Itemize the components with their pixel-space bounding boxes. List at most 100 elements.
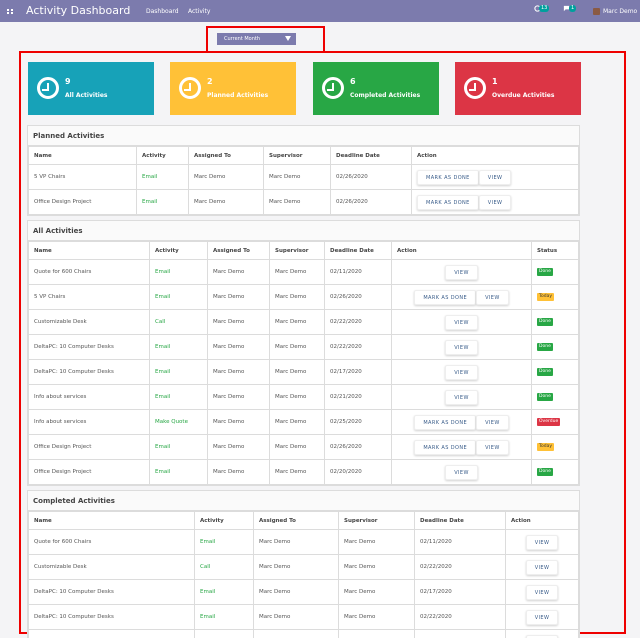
all-activities-panel: All Activities Name Activity Assigned To… [27,220,580,486]
card-completed-activities[interactable]: 6 Completed Activities [313,62,439,115]
cell-supervisor: Marc Demo [269,359,325,385]
table-row: Office Design Project Email Marc Demo Marc … [28,189,579,215]
card-overdue-activities[interactable]: 1 Overdue Activities [455,62,581,115]
status-badge: Done [537,368,553,376]
card-label: All Activities [65,92,108,99]
cell-supervisor: Marc Demo [338,554,415,580]
cell-status: Done [531,384,579,410]
cell-activity[interactable]: Call [149,309,208,335]
mark-as-done-button[interactable]: MARK AS DONE [417,169,479,185]
view-button[interactable]: VIEW [445,364,478,380]
view-button[interactable]: VIEW [445,339,478,355]
view-button[interactable]: VIEW [525,584,559,600]
cell-deadline: 02/11/2020 [414,529,506,555]
cell-name: 5 VP Chairs [28,164,137,190]
view-button[interactable]: VIEW [476,289,509,305]
cell-name: DeltaPC: 10 Computer Desks [28,579,195,605]
view-button[interactable]: VIEW [445,389,478,405]
cell-deadline: 02/25/2020 [324,409,392,435]
cell-assigned-to: Marc Demo [253,554,339,580]
table-row: Info about servicesEmailMarc DemoMarc De… [28,629,579,638]
col-header: Assigned To [253,511,339,530]
table-row: Quote for 600 Chairs Email Marc Demo Marc D… [28,529,579,555]
cell-action: VIEW [505,554,579,580]
view-button[interactable]: VIEW [445,264,478,280]
cell-activity[interactable]: Email [149,359,208,385]
cell-activity[interactable]: Email [194,604,254,630]
col-header: Supervisor [269,241,325,260]
mark-as-done-button[interactable]: MARK AS DONE [414,289,477,305]
cell-deadline: 02/17/2020 [414,579,506,605]
cell-action: MARK AS DONE VIEW [391,409,532,435]
cell-activity[interactable]: Email [149,459,208,485]
view-button[interactable]: VIEW [525,559,559,575]
cell-activity[interactable]: Email [194,529,254,555]
cell-activity[interactable]: Email [149,334,208,360]
cell-assigned-to: Marc Demo [207,309,270,335]
planned-activities-table: Name Activity Assigned To Supervisor Dea… [28,146,579,215]
cell-supervisor: Marc Demo [263,189,331,215]
cell-status: Done [531,309,579,335]
cell-assigned-to: Marc Demo [253,579,339,605]
view-button[interactable]: VIEW [478,169,512,185]
mark-as-done-button[interactable]: MARK AS DONE [417,194,479,210]
view-button[interactable]: VIEW [525,634,559,638]
view-button[interactable]: VIEW [445,464,478,480]
view-button[interactable]: VIEW [445,314,478,330]
clock-icon [322,77,344,99]
cell-activity[interactable]: Email [149,434,208,460]
card-count: 1 [492,77,498,86]
period-select[interactable]: Current Month [217,33,296,45]
card-all-activities[interactable]: 9 All Activities [28,62,154,115]
cell-action: VIEW [505,579,579,605]
cell-name: Info about services [28,629,195,638]
cell-deadline: 02/22/2020 [324,334,392,360]
cell-action: MARK AS DONE VIEW [391,284,532,310]
status-badge: Done [537,393,553,401]
cell-supervisor: Marc Demo [269,409,325,435]
cell-status: Today [531,284,579,310]
user-name[interactable]: Marc Demo [603,8,637,15]
cell-name: Office Design Project [28,189,137,215]
apps-menu-icon[interactable] [7,9,13,14]
status-badge: Done [537,318,553,326]
card-label: Planned Activities [207,92,269,99]
status-badge: Done [537,268,553,276]
view-button[interactable]: VIEW [476,439,509,455]
cell-status: Today [531,434,579,460]
cell-activity[interactable]: Call [194,554,254,580]
user-avatar[interactable] [593,8,600,15]
view-button[interactable]: VIEW [478,194,512,210]
mark-as-done-button[interactable]: MARK AS DONE [414,439,477,455]
col-header: Name [28,241,150,260]
card-label: Overdue Activities [492,92,555,99]
nav-activity[interactable]: Activity [188,8,210,15]
view-button[interactable]: VIEW [476,414,509,430]
card-planned-activities[interactable]: 2 Planned Activities [170,62,296,115]
cell-activity[interactable]: Email [136,189,189,215]
cell-activity[interactable]: Email [194,629,254,638]
col-header: Activity [136,146,189,165]
mark-as-done-button[interactable]: MARK AS DONE [414,414,477,430]
view-button[interactable]: VIEW [525,609,559,625]
cell-deadline: 02/17/2020 [324,359,392,385]
table-row: DeltaPC: 10 Computer Desks Email Marc Demo… [28,579,579,605]
cell-assigned-to: Marc Demo [207,409,270,435]
col-header: Supervisor [263,146,331,165]
cell-activity[interactable]: Email [149,284,208,310]
cell-deadline: 02/22/2020 [414,604,506,630]
cell-activity[interactable]: Email [194,579,254,605]
view-button[interactable]: VIEW [525,534,559,550]
cell-action: MARK AS DONE VIEW [411,189,579,215]
cell-assigned-to: Marc Demo [188,189,264,215]
cell-supervisor: Marc Demo [269,284,325,310]
cell-activity[interactable]: Email [136,164,189,190]
cell-assigned-to: Marc Demo [207,259,270,285]
cell-supervisor: Marc Demo [338,579,415,605]
cell-activity[interactable]: Email [149,259,208,285]
table-row: Quote for 600 Chairs Email Marc Demo Marc D… [28,259,579,285]
cell-supervisor: Marc Demo [269,434,325,460]
cell-activity[interactable]: Make Quote [149,409,208,435]
cell-activity[interactable]: Email [149,384,208,410]
nav-dashboard[interactable]: Dashboard [146,8,179,15]
